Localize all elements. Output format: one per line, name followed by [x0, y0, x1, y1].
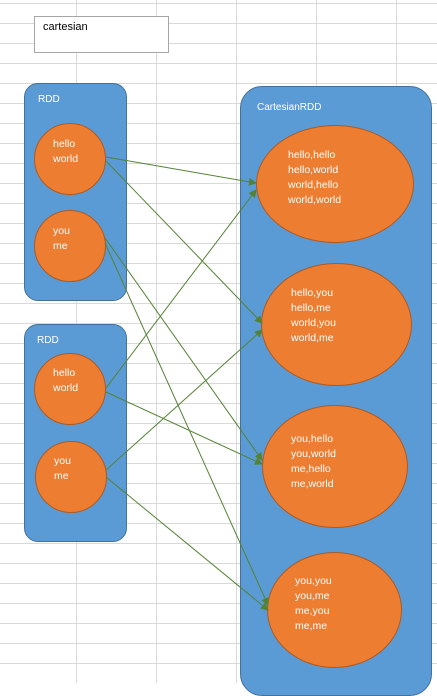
arrow-hello-world-2-to-out-1	[105, 189, 257, 389]
arrow-you-me-1-to-out-3	[104, 237, 263, 461]
arrow-hello-world-2-to-out-3	[105, 391, 263, 465]
arrow-hello-world-1-to-out-2	[105, 160, 263, 324]
connector-arrows	[104, 156, 269, 611]
arrow-you-me-2-to-out-4	[105, 476, 269, 611]
arrow-you-me-2-to-out-2	[105, 329, 263, 471]
arrow-hello-world-1-to-out-1	[105, 156, 257, 186]
arrow-you-me-1-to-out-4	[104, 242, 269, 606]
